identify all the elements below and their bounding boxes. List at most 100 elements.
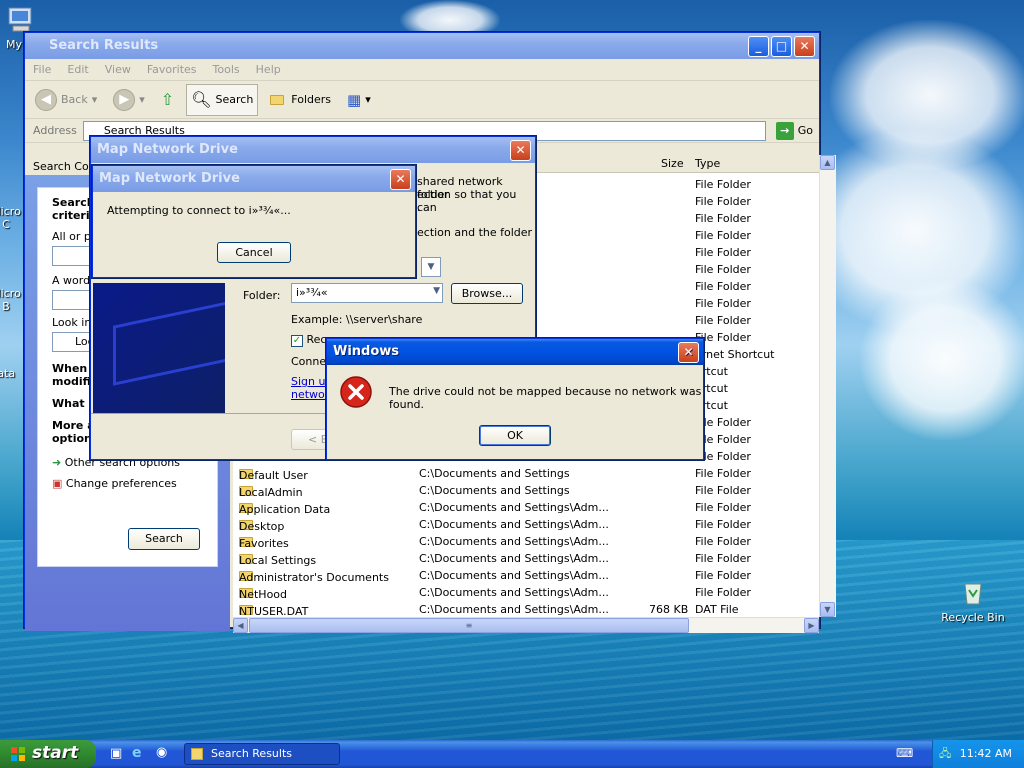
horizontal-scrollbar[interactable]: ◀ ≡ ▶ <box>233 617 819 633</box>
back-wizard-button[interactable]: < B <box>291 429 331 450</box>
forward-arrow-icon: ▶ <box>113 88 136 111</box>
explorer-titlebar[interactable]: Search Results _ □ ✕ <box>25 33 819 59</box>
menu-help[interactable]: Help <box>256 63 281 76</box>
menu-favorites[interactable]: Favorites <box>147 63 197 76</box>
connecting-close-button[interactable]: ✕ <box>390 169 411 190</box>
file-type: File Folder <box>695 552 751 565</box>
file-type: File Folder <box>695 501 751 514</box>
table-row[interactable]: NTUSER.DAT C:\Documents and Settings\Adm.… <box>233 601 819 617</box>
error-dialog[interactable]: Windows ✕ The drive could not be mapped … <box>326 338 704 460</box>
start-button[interactable]: start <box>0 740 96 768</box>
scroll-right-button[interactable]: ▶ <box>804 618 819 633</box>
file-type: File Folder <box>695 467 751 480</box>
connecting-titlebar[interactable]: Map Network Drive ✕ <box>93 166 415 192</box>
file-path: C:\Documents and Settings <box>419 484 570 497</box>
menu-edit[interactable]: Edit <box>67 63 88 76</box>
scroll-thumb[interactable]: ≡ <box>249 618 689 633</box>
menu-view[interactable]: View <box>105 63 131 76</box>
quick-launch-ie-icon[interactable]: e <box>132 745 142 761</box>
map-drive-close-button[interactable]: ✕ <box>510 140 531 161</box>
map-drive-title: Map Network Drive <box>97 142 238 157</box>
wizard-description-2: ection so that you can <box>417 188 517 214</box>
search-submit-button[interactable]: Search <box>128 528 200 550</box>
forward-button[interactable]: ▶ ▾ <box>109 84 149 116</box>
table-row[interactable]: Favorites C:\Documents and Settings\Adm..… <box>233 533 819 550</box>
file-name-label: Desktop <box>239 520 285 533</box>
scroll-down-button[interactable]: ▼ <box>820 602 835 617</box>
desktop-icon-recycle-bin[interactable]: Recycle Bin <box>938 576 1008 624</box>
drive-select[interactable]: ▼ <box>421 257 441 277</box>
map-drive-titlebar[interactable]: Map Network Drive ✕ <box>91 137 535 163</box>
more-heading[interactable]: More a <box>52 419 95 432</box>
window-icon <box>191 748 203 760</box>
column-size[interactable]: Size <box>661 157 684 170</box>
folders-button[interactable]: Folders <box>266 84 335 116</box>
desktop-icon-network[interactable]: Micro B <box>0 287 26 313</box>
quick-launch-media-icon[interactable]: ◉ <box>156 745 167 760</box>
file-type: DAT File <box>695 603 739 616</box>
file-name-label: NetHood <box>239 588 288 601</box>
go-button[interactable]: → Go <box>775 121 819 140</box>
file-path: C:\Documents and Settings <box>419 467 570 480</box>
file-size: 768 KB <box>649 603 689 616</box>
wizard-description-3: . <box>417 201 421 214</box>
desktop-icon-documents[interactable]: Micro C <box>0 205 26 231</box>
views-button[interactable]: ▦ ▾ <box>343 84 375 116</box>
error-titlebar[interactable]: Windows ✕ <box>327 339 703 365</box>
error-message: The drive could not be mapped because no… <box>389 385 702 411</box>
folder-input[interactable]: i»³¾« ▼ <box>291 283 443 303</box>
back-button[interactable]: ◀ Back ▾ <box>31 84 101 116</box>
desktop-icon-label: Recycle Bin <box>941 611 1005 624</box>
table-row[interactable]: NetHood C:\Documents and Settings\Adm... F… <box>233 584 819 601</box>
table-row[interactable]: Desktop C:\Documents and Settings\Adm... F… <box>233 516 819 533</box>
folder-label: Folder: <box>243 289 281 302</box>
vertical-scrollbar[interactable]: ▲ ▼ <box>819 155 836 617</box>
desktop-icon-label: Micro B <box>0 287 21 313</box>
file-type: File Folder <box>695 297 751 310</box>
checkbox-checked-icon: ✓ <box>291 335 303 347</box>
toolbar: ◀ Back ▾ ▶ ▾ ⇧ 🔍︎ Search Folders ▦ ▾ <box>25 81 819 119</box>
keyboard-icon[interactable]: ⌨ <box>896 746 913 760</box>
table-row[interactable]: Application Data C:\Documents and Setting… <box>233 499 819 516</box>
scroll-up-button[interactable]: ▲ <box>820 155 835 170</box>
menu-tools[interactable]: Tools <box>213 63 240 76</box>
file-path: C:\Documents and Settings\Adm... <box>419 603 609 616</box>
table-row[interactable]: Default User C:\Documents and Settings Fil… <box>233 465 819 482</box>
file-name-label: Administrator's Documents <box>239 571 389 584</box>
menu-file[interactable]: File <box>33 63 51 76</box>
connecting-title: Map Network Drive <box>99 171 240 186</box>
size-heading[interactable]: What s <box>52 397 95 410</box>
views-icon: ▦ <box>347 90 362 109</box>
column-type[interactable]: Type <box>695 157 720 170</box>
error-close-button[interactable]: ✕ <box>678 342 699 363</box>
taskbar-search-results[interactable]: Search Results <box>184 743 340 765</box>
file-name-label: LocalAdmin <box>239 486 303 499</box>
cancel-button[interactable]: Cancel <box>217 242 291 263</box>
file-type: File Folder <box>695 229 751 242</box>
up-button[interactable]: ⇧ <box>157 84 178 116</box>
back-label: Back <box>61 93 88 106</box>
minimize-button[interactable]: _ <box>748 36 769 57</box>
file-path: C:\Documents and Settings\Adm... <box>419 518 609 531</box>
file-path: C:\Documents and Settings\Adm... <box>419 501 609 514</box>
table-row[interactable]: LocalAdmin C:\Documents and Settings File … <box>233 482 819 499</box>
table-row[interactable]: Local Settings C:\Documents and Settings\… <box>233 550 819 567</box>
quick-launch-explorer-icon[interactable]: ▣ <box>110 746 122 761</box>
browse-button[interactable]: Browse... <box>451 283 523 304</box>
table-row[interactable]: Administrator's Documents C:\Documents an… <box>233 567 819 584</box>
file-path: C:\Documents and Settings\Adm... <box>419 552 609 565</box>
file-name-label: Default User <box>239 469 308 482</box>
connecting-dialog[interactable]: Map Network Drive ✕ Attempting to connec… <box>92 165 416 278</box>
green-arrow-icon: ➜ <box>52 456 62 469</box>
close-button[interactable]: ✕ <box>794 36 815 57</box>
search-button[interactable]: 🔍︎ Search <box>186 83 259 116</box>
menu-bar: File Edit View Favorites Tools Help <box>25 59 819 81</box>
windows-flag-icon <box>11 747 25 761</box>
change-preferences-link[interactable]: ▣ Change preferences <box>52 477 177 490</box>
desktop-icon-data[interactable]: Data <box>0 367 22 380</box>
window-title: Search Results <box>49 38 159 53</box>
scroll-left-button[interactable]: ◀ <box>233 618 248 633</box>
maximize-button[interactable]: □ <box>771 36 792 57</box>
ok-button[interactable]: OK <box>479 425 551 446</box>
network-icon[interactable]: 🖧 <box>939 740 951 768</box>
